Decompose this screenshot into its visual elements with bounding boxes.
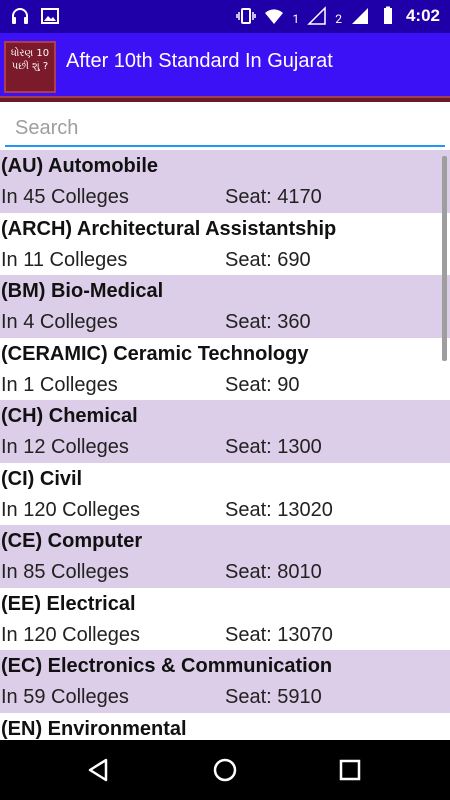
search-bar <box>0 102 450 150</box>
course-title: (EC) Electronics & Communication <box>1 655 333 677</box>
course-title: (ARCH) Architectural Assistantship <box>1 217 337 240</box>
list-item[interactable]: (EE) Electrical In 120 Colleges Seat: 13… <box>0 587 450 650</box>
vibrate-icon <box>236 8 257 24</box>
course-colleges: In 85 Colleges <box>1 561 129 583</box>
course-colleges: In 45 Colleges <box>1 186 129 208</box>
course-title: (CERAMIC) Ceramic Technology <box>1 342 309 365</box>
clock: 4:02 <box>405 6 440 25</box>
course-title: (CE) Computer <box>1 530 143 552</box>
list-item[interactable]: (ARCH) Architectural Assistantship In 11… <box>0 212 450 275</box>
course-seats: Seat: 4170 <box>225 186 322 208</box>
course-seats: Seat: 13070 <box>225 623 333 646</box>
course-seats: Seat: 8010 <box>225 561 322 583</box>
course-colleges: In 120 Colleges <box>1 623 140 646</box>
course-list[interactable]: (AU) Automobile In 45 Colleges Seat: 417… <box>0 150 450 740</box>
list-item[interactable]: (BM) Bio-Medical In 4 Colleges Seat: 360 <box>0 275 450 338</box>
home-icon[interactable] <box>207 752 243 788</box>
course-colleges: In 1 Colleges <box>1 373 118 396</box>
course-colleges: In 120 Colleges <box>1 498 140 521</box>
status-right-icons: 1 2 4:02 <box>236 6 440 26</box>
course-title: (EE) Electrical <box>1 592 136 615</box>
course-colleges: In 12 Colleges <box>1 436 129 458</box>
list-item[interactable]: (CH) Chemical In 12 Colleges Seat: 1300 <box>0 400 450 463</box>
image-icon <box>41 8 59 24</box>
course-title: (CH) Chemical <box>1 405 138 427</box>
course-seats: Seat: 5910 <box>225 686 322 708</box>
list-item[interactable]: (CI) Civil In 120 Colleges Seat: 13020 <box>0 462 450 525</box>
wifi-icon <box>265 9 284 24</box>
search-input[interactable] <box>5 111 445 147</box>
list-item[interactable]: (EC) Electronics & Communication In 59 C… <box>0 650 450 713</box>
sim1-label: 1 <box>292 12 300 26</box>
app-logo: ધોરણ 10 પછી શું ? <box>4 41 56 93</box>
system-nav-bar <box>0 740 450 800</box>
course-colleges: In 59 Colleges <box>1 686 129 708</box>
course-title: (EN) Environmental <box>1 717 187 740</box>
status-left-icons <box>10 6 60 26</box>
list-item[interactable]: (EN) Environmental <box>0 712 450 740</box>
course-title: (AU) Automobile <box>1 155 159 177</box>
status-bar: 1 2 4:02 <box>0 0 450 33</box>
course-seats: Seat: 1300 <box>225 436 322 458</box>
signal-icon-2 <box>351 8 368 24</box>
back-icon[interactable] <box>80 752 116 788</box>
recents-icon[interactable] <box>332 752 368 788</box>
course-colleges: In 11 Colleges <box>1 248 128 271</box>
sim2-label: 2 <box>335 12 342 26</box>
course-seats: Seat: 90 <box>225 373 300 396</box>
app-title: After 10th Standard In Gujarat <box>66 50 333 72</box>
list-item[interactable]: (CERAMIC) Ceramic Technology In 1 Colleg… <box>0 337 450 400</box>
battery-icon <box>383 6 392 24</box>
course-colleges: In 4 Colleges <box>1 311 118 333</box>
list-item[interactable]: (CE) Computer In 85 Colleges Seat: 8010 <box>0 525 450 588</box>
signal-icon-1 <box>307 6 326 25</box>
app-toolbar: ધોરણ 10 પછી શું ? After 10th Standard In… <box>0 33 450 96</box>
course-seats: Seat: 13020 <box>225 498 333 521</box>
course-title: (BM) Bio-Medical <box>1 280 164 302</box>
course-title: (CI) Civil <box>1 467 83 490</box>
list-scrollbar[interactable] <box>442 156 447 361</box>
course-seats: Seat: 690 <box>225 248 311 271</box>
list-item[interactable]: (AU) Automobile In 45 Colleges Seat: 417… <box>0 150 450 213</box>
headset-icon <box>12 8 28 24</box>
course-seats: Seat: 360 <box>225 311 311 333</box>
